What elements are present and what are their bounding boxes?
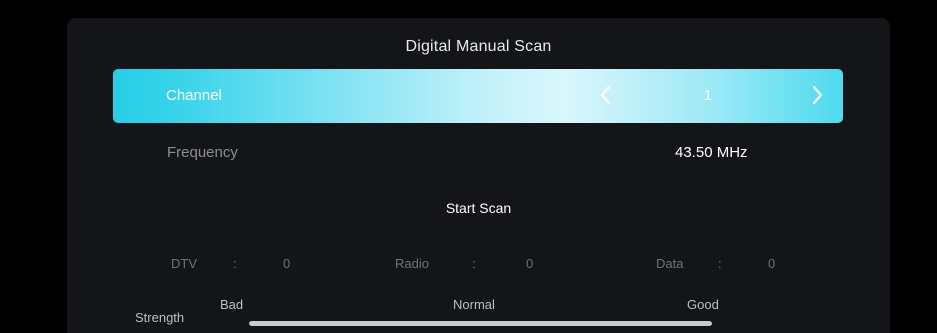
dtv-label: DTV (171, 256, 197, 271)
channel-label: Channel (166, 87, 222, 104)
strength-meter-fill (249, 321, 712, 326)
dtv-separator: : (233, 256, 237, 271)
strength-label: Strength (135, 310, 185, 325)
channel-value: 1 (703, 87, 713, 104)
strength-meter (249, 321, 712, 326)
tv-screen: Digital Manual Scan Channel 1 Frequency … (0, 0, 937, 333)
page-title: Digital Manual Scan (405, 38, 552, 55)
data-label: Data (656, 256, 684, 271)
manual-scan-panel: Digital Manual Scan Channel 1 Frequency … (67, 18, 890, 333)
frequency-label: Frequency (167, 144, 238, 161)
start-scan-button[interactable]: Start Scan (67, 200, 890, 216)
chevron-right-icon[interactable] (807, 83, 827, 107)
data-count: 0 (768, 256, 776, 271)
strength-level-normal: Normal (453, 297, 495, 312)
data-separator: : (718, 256, 722, 271)
radio-count: 0 (526, 256, 534, 271)
radio-separator: : (472, 256, 476, 271)
channel-selector-row[interactable]: Channel 1 (113, 69, 843, 123)
frequency-value[interactable]: 43.50 MHz (675, 144, 748, 161)
strength-level-good: Good (687, 297, 719, 312)
strength-level-bad: Bad (220, 297, 244, 312)
dtv-count: 0 (283, 256, 291, 271)
radio-label: Radio (395, 256, 429, 271)
chevron-left-icon[interactable] (596, 83, 616, 107)
